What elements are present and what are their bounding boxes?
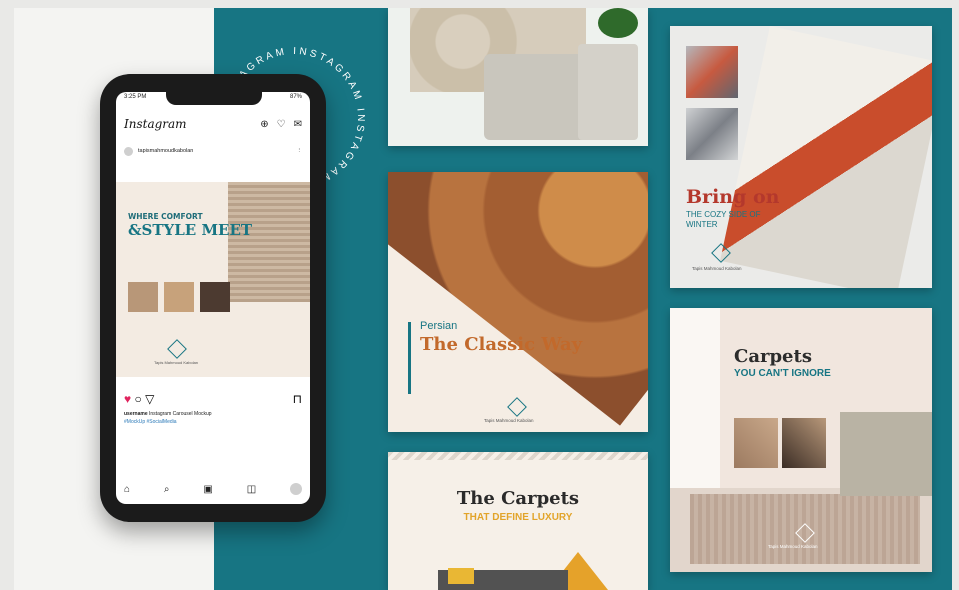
phone-mockup: 3:25 PM 87% Instagram ⊕ ♡ ✉ tapismahmoud… [100, 74, 326, 522]
caption-user[interactable]: username [124, 411, 148, 417]
post-thumb-1 [128, 282, 158, 312]
comment-icon[interactable]: ○ [134, 392, 141, 406]
brand-logo-icon [507, 397, 527, 417]
card-kicker: Persian [420, 320, 458, 332]
card-carpets-luxury: The Carpets THAT DEFINE LUXURY [388, 452, 648, 590]
search-icon[interactable]: ⌕ [164, 484, 170, 495]
heart-icon[interactable]: ♡ [277, 119, 286, 130]
caption-tags[interactable]: #MockUp #SocialMedia [124, 419, 177, 425]
mockup-frame: INSTAGRAM INSTAGRAM INSTAGRAM INS 3:25 P… [14, 8, 952, 590]
post-heading-big: &STYLE MEET [128, 221, 253, 239]
card-subtitle: THE COZY SIDE OF WINTER [686, 210, 761, 229]
persian-carpet-image [388, 172, 648, 426]
card-carpets-ignore: Carpets YOU CAN'T IGNORE Tapis Mahmoud K… [670, 308, 932, 572]
status-battery: 87% [289, 94, 302, 100]
post-actions: ♥ ○ ▽ ⊓ [124, 392, 302, 406]
home-icon[interactable]: ⌂ [124, 484, 130, 495]
brand-name: Tapis Mahmoud Kabolan [692, 266, 742, 271]
brand-logo-icon [167, 339, 187, 359]
plant-image [598, 8, 638, 38]
card-bring-on: Bring on THE COZY SIDE OF WINTER Tapis M… [670, 26, 932, 288]
bottom-tab-bar: ⌂ ⌕ ▣ ◫ [124, 480, 302, 498]
card-title: Carpets [734, 346, 812, 367]
window-image [670, 308, 720, 488]
profile-tab-avatar[interactable] [290, 483, 302, 495]
wall-art-2 [782, 418, 826, 468]
wall-art-1 [734, 418, 778, 468]
carpet-image [720, 26, 932, 288]
add-post-icon[interactable]: ⊕ [260, 119, 268, 130]
bookmark-icon[interactable]: ⊓ [293, 392, 302, 406]
card-subtitle: THAT DEFINE LUXURY [463, 512, 573, 523]
post-thumb-3 [200, 282, 230, 312]
post-image[interactable]: WHERE COMFORT &STYLE MEET Tapis Mahmoud … [116, 182, 310, 377]
brand-name: Tapis Mahmoud Kabolan [154, 360, 199, 365]
caption-text: Instagram Carousel Mockup [149, 411, 212, 417]
card-sofa-room [388, 8, 648, 146]
zigzag-pattern [388, 452, 648, 460]
carpet-thumb-1 [686, 46, 738, 98]
reels-icon[interactable]: ▣ [203, 484, 212, 495]
shop-icon[interactable]: ◫ [247, 484, 256, 495]
card-title: The Classic Way [420, 334, 583, 355]
card-persian: Persian The Classic Way Tapis Mahmoud Ka… [388, 172, 648, 432]
share-icon[interactable]: ▽ [145, 392, 154, 406]
post-heading-small: WHERE COMFORT [128, 212, 203, 221]
status-time: 3:25 PM [124, 94, 147, 100]
post-thumb-2 [164, 282, 194, 312]
like-heart-icon[interactable]: ♥ [124, 392, 131, 406]
post-header: tapismahmoudkabolan ⋮ [124, 144, 302, 158]
brand-name: Tapis Mahmoud Kabolan [484, 418, 534, 423]
cabinet-image [840, 412, 932, 496]
card-subtitle: YOU CAN'T IGNORE [734, 368, 831, 379]
more-icon[interactable]: ⋮ [297, 148, 303, 154]
accent-bar [408, 322, 411, 394]
phone-screen: 3:25 PM 87% Instagram ⊕ ♡ ✉ tapismahmoud… [116, 92, 310, 504]
card-title: Bring on [686, 186, 780, 208]
card-title: The Carpets [456, 488, 580, 509]
carpet-thumb-2 [686, 108, 738, 160]
instagram-logo: Instagram [124, 117, 187, 131]
avatar[interactable] [124, 146, 133, 156]
rug-image [228, 182, 310, 302]
armchair-image [578, 44, 638, 140]
account-name[interactable]: tapismahmoudkabolan [138, 148, 193, 154]
messenger-icon[interactable]: ✉ [294, 119, 302, 130]
brand-name: Tapis Mahmoud Kabolan [768, 544, 818, 549]
yellow-pillow [448, 568, 474, 584]
instagram-header: Instagram ⊕ ♡ ✉ [124, 114, 302, 134]
phone-notch [166, 92, 262, 105]
post-caption: username Instagram Carousel Mockup #Mock… [124, 410, 302, 426]
